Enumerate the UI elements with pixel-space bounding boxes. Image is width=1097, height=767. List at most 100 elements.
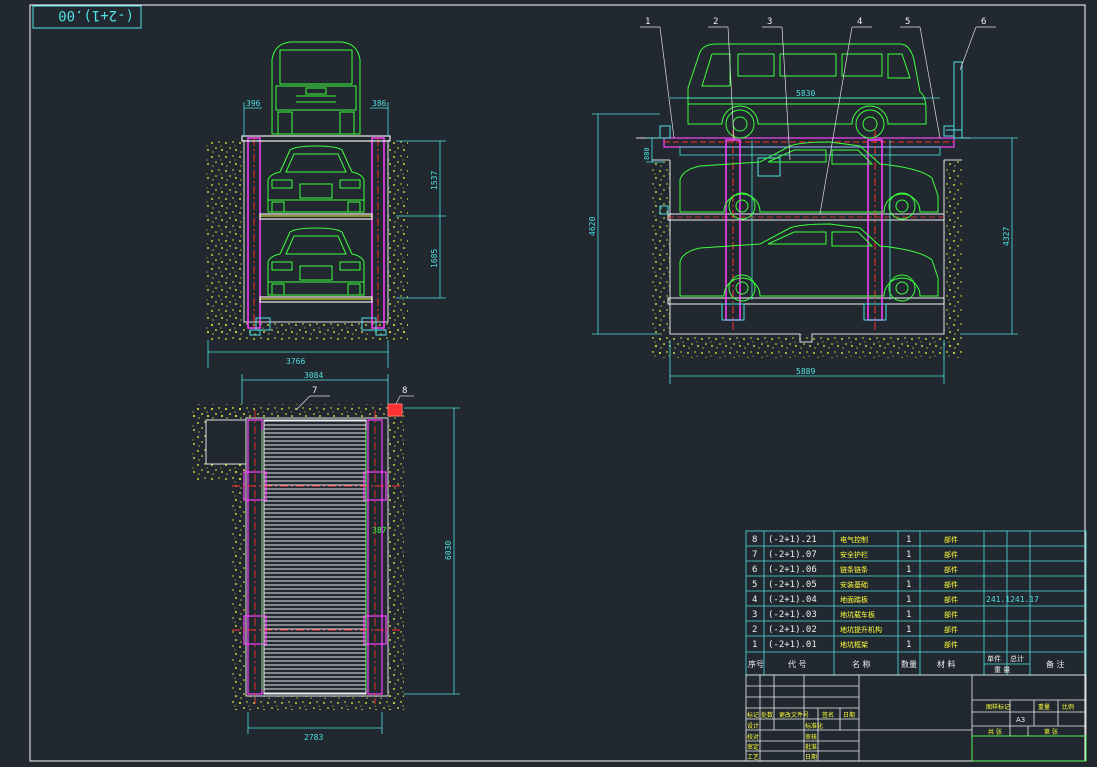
plan-callout-8: 8 xyxy=(402,386,407,396)
bom-cell-seq: 1 xyxy=(752,640,757,650)
front-view: 396 386 1537 1685 3766 xyxy=(206,41,446,368)
van-front xyxy=(271,41,361,135)
bom-cell-code: (-2+1).05 xyxy=(768,580,817,590)
bom-cell-seq: 3 xyxy=(752,610,757,620)
dim-level1: 1537 xyxy=(430,171,439,190)
tb-process: 工艺 xyxy=(747,753,759,761)
bom-cell-type: 部件 xyxy=(944,640,958,649)
side-callout-6: 6 xyxy=(981,17,986,27)
plan-callout-7: 7 xyxy=(312,386,317,396)
bom-cell-name: 安装基础 xyxy=(840,580,868,589)
bom-cell-name: 地面踏板 xyxy=(840,595,868,604)
side-view: 1 2 3 4 5 6 5830 800 4620 4327 5889 xyxy=(588,17,1018,384)
car-front-middle xyxy=(267,145,365,213)
dim-side-length: 5889 xyxy=(796,367,815,376)
tb-count: 处数 xyxy=(761,711,773,719)
bom-cell-weight: 241.1241.17 xyxy=(986,595,1039,604)
plan-deck xyxy=(263,419,367,695)
tb-approve: 批准 xyxy=(805,743,817,751)
bom-cell-name: 链条链条 xyxy=(840,565,868,574)
dim-level2: 1685 xyxy=(430,249,439,268)
bom-cell-qty: 1 xyxy=(906,580,911,590)
bom-cell-seq: 8 xyxy=(752,535,757,545)
bom-cell-seq: 6 xyxy=(752,565,757,575)
side-soil-bottom xyxy=(652,334,962,358)
tb-sheet: 共 张 xyxy=(988,728,1002,736)
bom-cell-seq: 5 xyxy=(752,580,757,590)
bom-cell-code: (-2+1).03 xyxy=(768,610,817,620)
tb-sheet2: 第 张 xyxy=(1044,728,1058,736)
car-side-lower xyxy=(679,223,939,302)
bom-cell-code: (-2+1).04 xyxy=(768,595,817,605)
dim-total-height: 4620 xyxy=(588,217,597,236)
bom-h-name: 名 称 xyxy=(852,659,871,669)
bom-cell-type: 部件 xyxy=(944,625,958,634)
dim-plan-outer: 3084 xyxy=(304,371,323,380)
bom-cell-name: 电气控制 xyxy=(840,535,868,544)
bom-cell-qty: 1 xyxy=(906,535,911,545)
bom-cell-seq: 2 xyxy=(752,625,757,635)
side-callout-5: 5 xyxy=(905,17,910,27)
side-callout-2: 2 xyxy=(713,17,718,27)
title-code: (-2+1).00 xyxy=(58,7,134,23)
bom-cell-qty: 1 xyxy=(906,565,911,575)
bom-cell-qty: 1 xyxy=(906,640,911,650)
tb-date2: 日期 xyxy=(805,753,817,761)
bom-cell-qty: 1 xyxy=(906,550,911,560)
dim-small: 800 xyxy=(643,147,651,160)
tb-design: 设计 xyxy=(747,722,759,730)
dim-pit-depth: 4327 xyxy=(1002,227,1011,246)
dim-top-left: 396 xyxy=(246,99,261,108)
car-front-lower xyxy=(267,227,365,296)
bom-h-total: 总计 xyxy=(1010,654,1024,663)
tb-weight: 重量 xyxy=(1038,703,1050,711)
tb-sign: 签名 xyxy=(822,711,834,719)
tb-format: A3 xyxy=(1016,716,1025,724)
dim-plan-inner: 2783 xyxy=(304,733,323,742)
bom-cell-name: 地坑载车板 xyxy=(840,610,875,619)
tb-review: 审核 xyxy=(805,733,817,741)
bom-cell-seq: 7 xyxy=(752,550,757,560)
side-callout-1: 1 xyxy=(645,17,650,27)
cad-drawing: (-2+1).00 396 386 1537 1685 3766 1 2 3 4… xyxy=(29,4,1087,762)
bom-cell-type: 部件 xyxy=(944,610,958,619)
tb-check: 校对 xyxy=(747,733,759,741)
tb-approve-final: 审定 xyxy=(747,743,759,751)
bom-h-qty: 数量 xyxy=(901,659,917,669)
side-callout-3: 3 xyxy=(767,17,772,27)
car-side-middle xyxy=(679,141,939,220)
side-callout-4: 4 xyxy=(857,17,862,27)
bom-h-note: 备 注 xyxy=(1046,659,1065,669)
soil-right xyxy=(388,140,408,338)
bom-h-code: 代 号 xyxy=(788,659,807,669)
bom-h-weight: 重 量 xyxy=(994,666,1010,674)
bom-h-material: 材 料 xyxy=(937,659,956,669)
bom-cell-name: 安全护栏 xyxy=(840,550,868,559)
tb-scale: 比例 xyxy=(1062,703,1074,711)
soil-left xyxy=(206,140,244,338)
bom-h-unit: 单件 xyxy=(987,654,1001,663)
bom-cell-type: 部件 xyxy=(944,535,958,544)
bom-rows: 8 (-2+1).21 电气控制 1 部件 7 (-2+1).07 安全护栏 1 部件 6 (-2+1… xyxy=(752,535,1039,650)
bom-cell-code: (-2+1).06 xyxy=(768,565,817,575)
bom-cell-qty: 1 xyxy=(906,610,911,620)
tb-change: 更改文件号 xyxy=(779,711,809,719)
title-code-box: (-2+1).00 xyxy=(32,5,142,29)
bom-cell-type: 部件 xyxy=(944,565,958,574)
bom-cell-code: (-2+1).02 xyxy=(768,625,817,635)
plan-soil-right xyxy=(388,404,404,710)
plan-control-box xyxy=(387,403,403,417)
drawing-frame xyxy=(29,4,1086,762)
side-soil-left xyxy=(652,160,670,356)
dim-width: 3766 xyxy=(286,357,305,366)
dim-plan-length: 6030 xyxy=(444,541,453,560)
bom-cell-name: 地坑提升机构 xyxy=(840,625,882,634)
side-soil-right xyxy=(944,160,962,356)
dim-plan-post: 387 xyxy=(372,526,387,535)
bom-cell-code: (-2+1).01 xyxy=(768,640,817,650)
tb-mark: 标记 xyxy=(747,711,759,719)
bom-cell-type: 部件 xyxy=(944,550,958,559)
soil-bottom xyxy=(206,322,408,340)
dim-top-right: 386 xyxy=(372,99,387,108)
bom-cell-code: (-2+1).21 xyxy=(768,535,817,545)
